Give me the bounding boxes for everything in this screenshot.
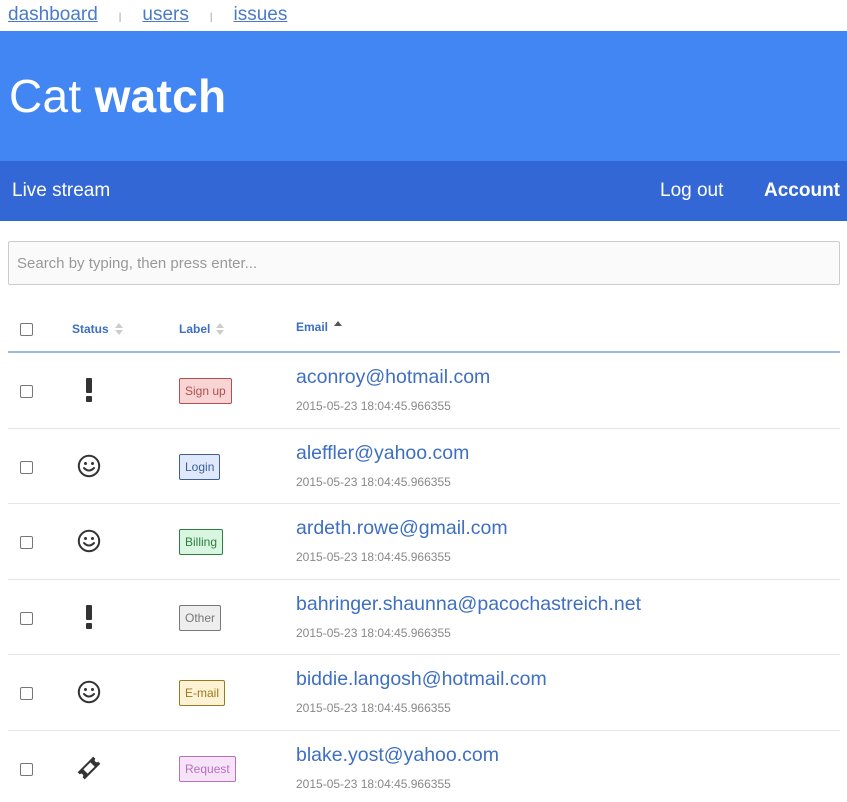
users-link[interactable]: users <box>142 4 188 26</box>
email-link[interactable]: ardeth.rowe@gmail.com <box>296 517 508 540</box>
email-link[interactable]: biddie.langosh@hotmail.com <box>296 668 547 691</box>
label-column-header[interactable]: Label <box>179 322 225 336</box>
label-header-label: Label <box>179 322 211 336</box>
timestamp: 2015-05-23 18:04:45.966355 <box>296 399 451 413</box>
exclamation-icon <box>74 375 104 405</box>
smiley-icon <box>74 677 104 707</box>
smiley-icon <box>74 526 104 556</box>
sort-icon <box>216 323 225 335</box>
timestamp: 2015-05-23 18:04:45.966355 <box>296 474 451 489</box>
table-row: Login aleffler@yahoo.com 2015-05-23 18:04:… <box>8 429 840 504</box>
table-body: Sign up aconroy@hotmail.com 2015-05-23 18:… <box>8 353 840 802</box>
status-header-label: Status <box>72 322 109 336</box>
email-column-header[interactable]: Email <box>296 320 343 334</box>
smiley-icon <box>74 451 104 481</box>
row-checkbox[interactable] <box>20 460 33 474</box>
exclamation-icon <box>74 602 104 632</box>
issues-link[interactable]: issues <box>233 4 287 26</box>
select-all-checkbox[interactable] <box>20 323 33 336</box>
logout-link[interactable]: Log out <box>660 161 723 221</box>
table-header: Status Label Email <box>8 305 840 353</box>
email-link[interactable]: blake.yost@yahoo.com <box>296 744 499 767</box>
label-badge: Other <box>179 604 222 631</box>
row-checkbox[interactable] <box>20 385 33 398</box>
row-checkbox[interactable] <box>20 536 33 549</box>
link-separator: | <box>209 11 213 23</box>
ticket-icon <box>74 753 104 783</box>
timestamp: 2015-05-23 18:04:45.966355 <box>296 625 451 640</box>
label-badge: Billing <box>179 529 224 555</box>
label-badge: Login <box>179 453 221 480</box>
table-row: Request blake.yost@yahoo.com 2015-05-23 18… <box>8 731 840 802</box>
row-checkbox[interactable] <box>20 762 33 776</box>
table-row: Billing ardeth.rowe@gmail.com 2015-05-23 1… <box>8 504 840 580</box>
account-link[interactable]: Account <box>764 161 840 221</box>
label-badge: Request <box>179 755 236 782</box>
app-title-light: Cat <box>9 70 82 122</box>
table-row: Sign up aconroy@hotmail.com 2015-05-23 18:… <box>8 353 840 429</box>
app-header: Cat watch <box>0 31 847 161</box>
table-row: Other bahringer.shaunna@pacochastreich.ne… <box>8 580 840 655</box>
label-badge: Sign up <box>179 378 232 404</box>
sort-ascending-icon <box>334 321 343 333</box>
email-link[interactable]: bahringer.shaunna@pacochastreich.net <box>296 593 641 616</box>
label-badge: E-mail <box>179 680 226 706</box>
nav-bar: Live stream Log out Account <box>0 161 847 221</box>
row-checkbox[interactable] <box>20 687 33 700</box>
table-row: E-mail biddie.langosh@hotmail.com 2015-05-… <box>8 655 840 731</box>
search-input[interactable] <box>8 241 840 285</box>
app-title: Cat watch <box>9 69 226 123</box>
dashboard-link[interactable]: dashboard <box>8 4 98 26</box>
email-link[interactable]: aconroy@hotmail.com <box>296 366 490 389</box>
email-header-label: Email <box>296 320 329 334</box>
issues-table: Status Label Email Sign up aconroy@hotmai… <box>8 305 840 802</box>
email-link[interactable]: aleffler@yahoo.com <box>296 442 469 465</box>
live-stream-link[interactable]: Live stream <box>12 161 110 221</box>
sort-icon <box>114 323 123 335</box>
timestamp: 2015-05-23 18:04:45.966355 <box>296 701 451 715</box>
timestamp: 2015-05-23 18:04:45.966355 <box>296 550 451 564</box>
status-column-header[interactable]: Status <box>72 322 123 336</box>
row-checkbox[interactable] <box>20 611 33 625</box>
link-separator: | <box>118 11 122 23</box>
timestamp: 2015-05-23 18:04:45.966355 <box>296 776 451 791</box>
app-title-bold: watch <box>94 70 227 122</box>
top-links: dashboard | users | issues <box>8 3 287 27</box>
